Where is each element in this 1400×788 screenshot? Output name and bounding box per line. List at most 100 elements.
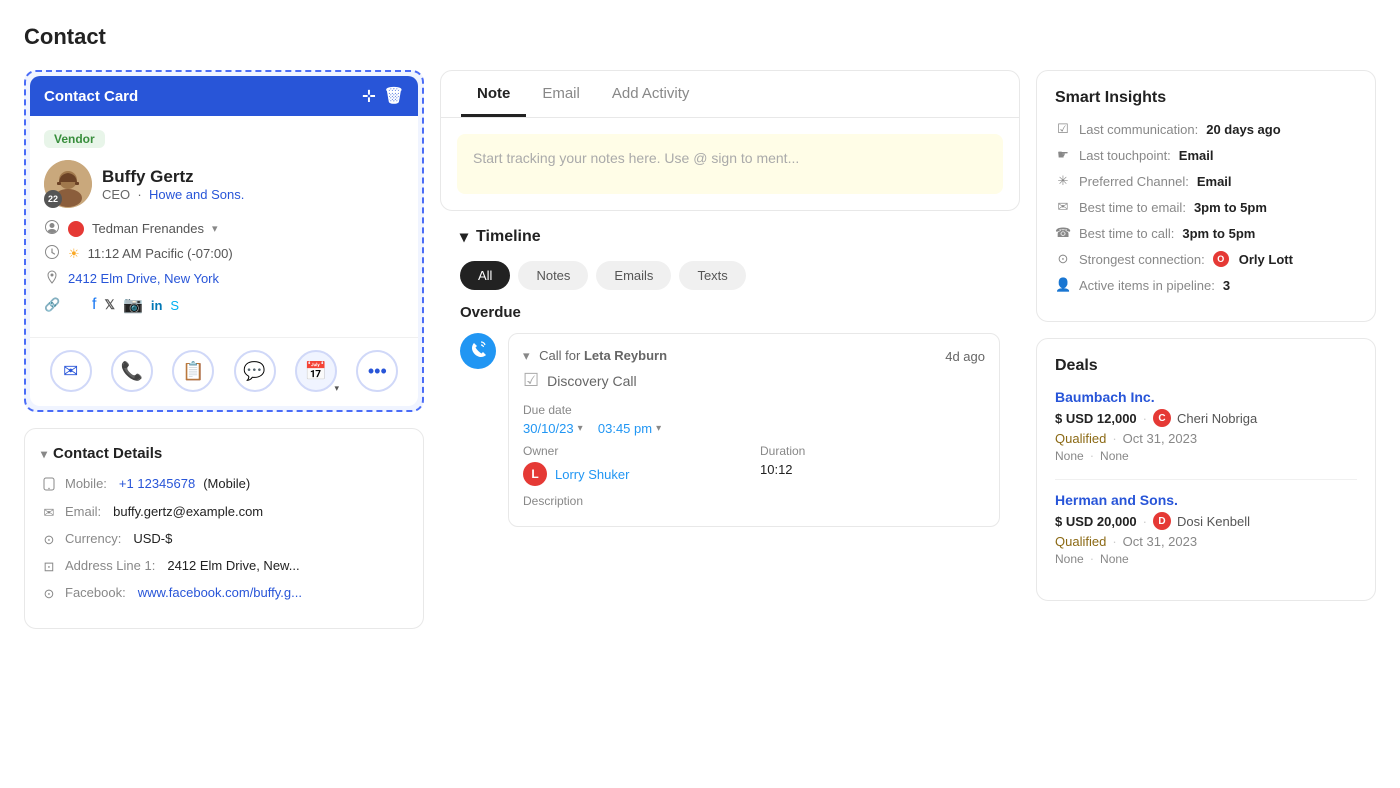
trash-icon[interactable]: 🗑 (384, 86, 404, 106)
contact-card-label: Contact Card (44, 88, 138, 105)
deal-2-sep: · (1143, 514, 1147, 529)
owner-name: Lorry Shuker (555, 467, 629, 482)
owner-icon (44, 220, 60, 237)
deal-item-1: Baumbach Inc. $ USD 12,000 · C Cheri Nob… (1055, 389, 1357, 463)
contact-title: CEO (102, 187, 130, 202)
deal-1-none2: None (1100, 449, 1129, 463)
duration-label: Duration (760, 444, 985, 458)
calendar-action-button[interactable]: 📅 ▾ (295, 350, 337, 392)
calendar-check-icon: ☑ (1055, 121, 1071, 137)
owner-dropdown-icon[interactable]: ▾ (212, 222, 218, 235)
main-layout: Contact Card ⊹ 🗑 Vendor (24, 70, 1376, 629)
touchpoint-label: Last touchpoint: (1079, 148, 1171, 163)
collapse-icon[interactable]: ▾ (523, 348, 530, 363)
owner-avatar: L (523, 462, 547, 486)
contact-identity: 22 Buffy Gertz CEO · Howe and Sons. (44, 160, 404, 208)
smart-insights-card: Smart Insights ☑ Last communication: 20 … (1036, 70, 1376, 322)
phone-action-button[interactable]: 📞 (111, 350, 153, 392)
insight-best-email-time: ✉ Best time to email: 3pm to 5pm (1055, 199, 1357, 215)
copy-action-button[interactable]: 📋 (172, 350, 214, 392)
currency-label: Currency: (65, 531, 121, 546)
deal-2-status: Qualified · Oct 31, 2023 (1055, 534, 1357, 549)
pipeline-value: 3 (1223, 278, 1230, 293)
facebook-icon[interactable]: f (92, 296, 96, 314)
timeline-section: ▾ Timeline All Notes Emails Texts Overdu… (440, 227, 1020, 539)
insight-last-communication: ☑ Last communication: 20 days ago (1055, 121, 1357, 137)
timeline-owner-duration: Owner L Lorry Shuker Duration 10:12 (523, 444, 985, 486)
due-date-text: 30/10/23 (523, 421, 574, 436)
owner-label: Owner (523, 444, 748, 458)
contact-company-link[interactable]: Howe and Sons. (149, 187, 244, 202)
deal-1-owner-badge: C (1153, 409, 1171, 427)
filter-texts[interactable]: Texts (679, 261, 745, 290)
deals-title: Deals (1055, 357, 1357, 375)
right-column: Smart Insights ☑ Last communication: 20 … (1036, 70, 1376, 629)
deal-1-owner: Cheri Nobriga (1177, 411, 1257, 426)
preferred-channel-label: Preferred Channel: (1079, 174, 1189, 189)
tab-add-activity[interactable]: Add Activity (596, 71, 706, 117)
best-call-value: 3pm to 5pm (1182, 226, 1255, 241)
filter-notes[interactable]: Notes (518, 261, 588, 290)
last-comm-value: 20 days ago (1206, 122, 1280, 137)
deal-1-name[interactable]: Baumbach Inc. (1055, 389, 1357, 405)
filter-emails[interactable]: Emails (596, 261, 671, 290)
owner-name: Tedman Frenandes (92, 221, 204, 236)
insight-last-touchpoint: ☛ Last touchpoint: Email (1055, 147, 1357, 163)
filter-all[interactable]: All (460, 261, 510, 290)
instagram-icon[interactable]: 📷 (123, 295, 143, 315)
due-time-select[interactable]: 03:45 pm ▾ (598, 421, 661, 436)
owner-row: T Tedman Frenandes ▾ (44, 220, 404, 237)
insight-strongest-connection: ⊙ Strongest connection: O Orly Lott (1055, 251, 1357, 267)
contact-time: 11:12 AM Pacific (-07:00) (88, 246, 233, 261)
insight-best-call-time: ☎ Best time to call: 3pm to 5pm (1055, 225, 1357, 241)
deal-divider (1055, 479, 1357, 480)
facebook-value[interactable]: www.facebook.com/buffy.g... (138, 585, 302, 600)
tabs-header: Note Email Add Activity (441, 71, 1019, 118)
description-block: Description (523, 494, 985, 508)
move-icon[interactable]: ⊹ (362, 86, 375, 106)
detail-currency: ⊙ Currency: USD-$ (41, 531, 407, 548)
timeline-fields: Due date 30/10/23 ▾ 03:45 pm (523, 403, 985, 436)
duration-value: 10:12 (760, 462, 985, 477)
social-row: 🔗 f 𝕏 📷 in S (44, 295, 404, 315)
connection-value: Orly Lott (1239, 252, 1293, 267)
contact-details-header[interactable]: ▾ Contact Details (41, 445, 407, 462)
sms-action-button[interactable]: 💬 (234, 350, 276, 392)
timeline-task: ☑ Discovery Call (523, 370, 985, 391)
tab-note[interactable]: Note (461, 71, 526, 117)
deal-1-status: Qualified · Oct 31, 2023 (1055, 431, 1357, 446)
due-date-select[interactable]: 30/10/23 ▾ (523, 421, 583, 436)
clock-icon (44, 245, 60, 262)
linkedin-icon[interactable]: in (151, 298, 163, 313)
tab-email[interactable]: Email (526, 71, 596, 117)
address-label: Address Line 1: (65, 558, 155, 573)
social-icons: f 𝕏 📷 in S (92, 295, 179, 315)
deal-2-meta: $ USD 20,000 · D Dosi Kenbell (1055, 512, 1357, 530)
deal-2-none2: None (1100, 552, 1129, 566)
email-action-button[interactable]: ✉ (50, 350, 92, 392)
email-label: Email: (65, 504, 101, 519)
asterisk-icon: ✳ (1055, 173, 1071, 189)
skype-icon[interactable]: S (170, 298, 179, 313)
mobile-type: (Mobile) (203, 476, 250, 491)
timeline-item: ▾ Call for Leta Reyburn 4d ago ☑ Discove… (440, 333, 1020, 527)
deal-2-name[interactable]: Herman and Sons. (1055, 492, 1357, 508)
deal-1-meta: $ USD 12,000 · C Cheri Nobriga (1055, 409, 1357, 427)
envelope-clock-icon: ✉ (1055, 199, 1071, 215)
address-link[interactable]: 2412 Elm Drive, New York (68, 271, 219, 286)
more-action-button[interactable]: ••• (356, 350, 398, 392)
currency-value: USD-$ (133, 531, 172, 546)
twitter-x-icon[interactable]: 𝕏 (104, 297, 114, 313)
deal-1-sep: · (1143, 411, 1147, 426)
vendor-badge: Vendor (44, 130, 105, 148)
insight-active-pipeline: 👤 Active items in pipeline: 3 (1055, 277, 1357, 293)
action-buttons: ✉ 📞 📋 💬 📅 ▾ ••• (30, 337, 418, 406)
due-date-value: 30/10/23 ▾ 03:45 pm ▾ (523, 421, 748, 436)
facebook-label: Facebook: (65, 585, 126, 600)
facebook-detail-icon: ⊙ (41, 586, 57, 602)
deal-1-date: Oct 31, 2023 (1123, 431, 1197, 446)
deal-1-none-row: None · None (1055, 448, 1357, 463)
timeline-header[interactable]: ▾ Timeline (440, 227, 1020, 247)
touchpoint-value: Email (1179, 148, 1214, 163)
note-area[interactable]: Start tracking your notes here. Use @ si… (457, 134, 1003, 194)
